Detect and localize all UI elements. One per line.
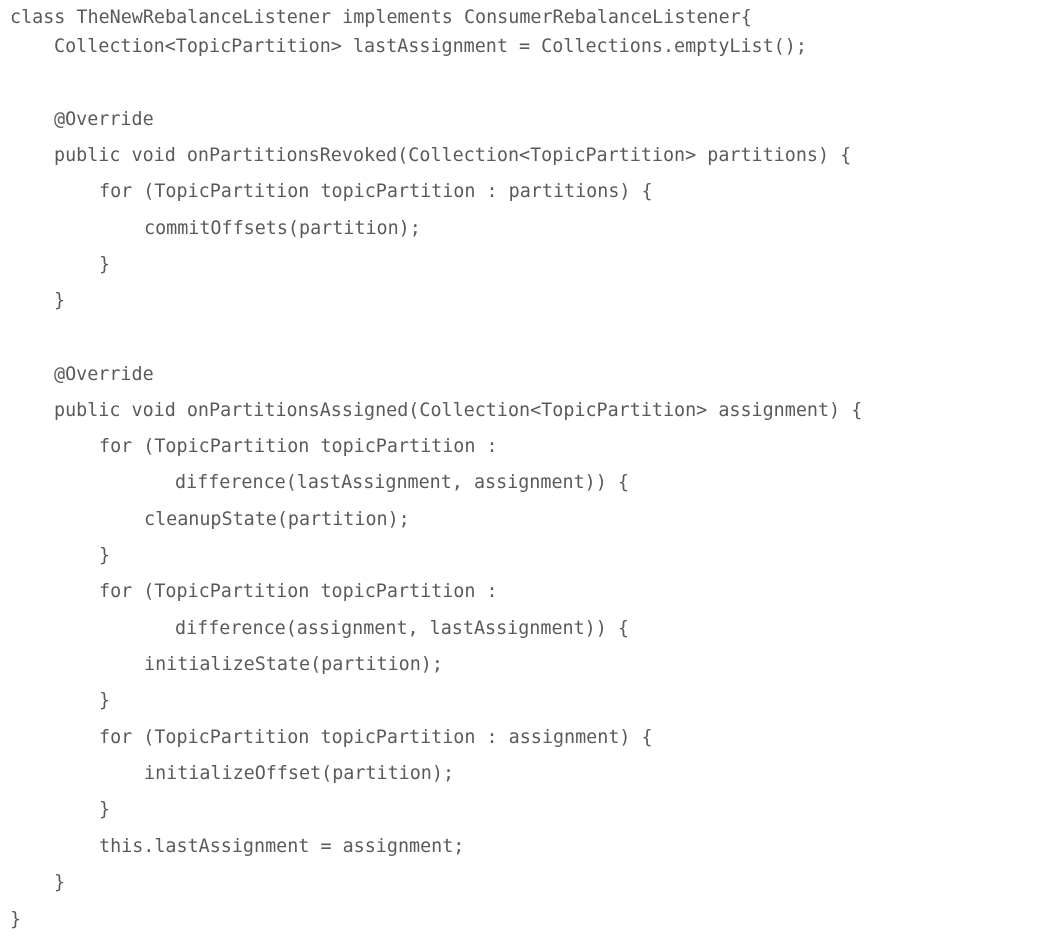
code-line: public void onPartitionsRevoked(Collecti…	[54, 145, 852, 166]
code-line: cleanupState(partition);	[144, 509, 410, 530]
code-line: }	[54, 872, 66, 893]
code-line: public void onPartitionsAssigned(Collect…	[54, 400, 863, 421]
code-line: }	[99, 690, 111, 711]
code-line: this.lastAssignment = assignment;	[99, 836, 465, 857]
code-line: }	[99, 799, 111, 820]
code-block: class TheNewRebalanceListener implements…	[0, 0, 1045, 947]
code-line: for (TopicPartition topicPartition :	[99, 581, 498, 602]
code-line: for (TopicPartition topicPartition : ass…	[99, 727, 653, 748]
code-line: difference(assignment, lastAssignment)) …	[175, 618, 629, 639]
code-line: initializeOffset(partition);	[144, 763, 455, 784]
code-line: @Override	[54, 109, 154, 130]
code-line: for (TopicPartition topicPartition : par…	[99, 181, 653, 202]
code-line: }	[54, 290, 66, 311]
code-line: }	[99, 254, 111, 275]
code-line: difference(lastAssignment, assignment)) …	[175, 472, 629, 493]
code-line: for (TopicPartition topicPartition :	[99, 436, 498, 457]
code-line: }	[99, 545, 111, 566]
code-line: commitOffsets(partition);	[144, 218, 421, 239]
code-line: initializeState(partition);	[144, 654, 443, 675]
code-line: Collection<TopicPartition> lastAssignmen…	[54, 36, 807, 57]
code-line: }	[10, 909, 22, 930]
code-line: @Override	[54, 364, 154, 385]
